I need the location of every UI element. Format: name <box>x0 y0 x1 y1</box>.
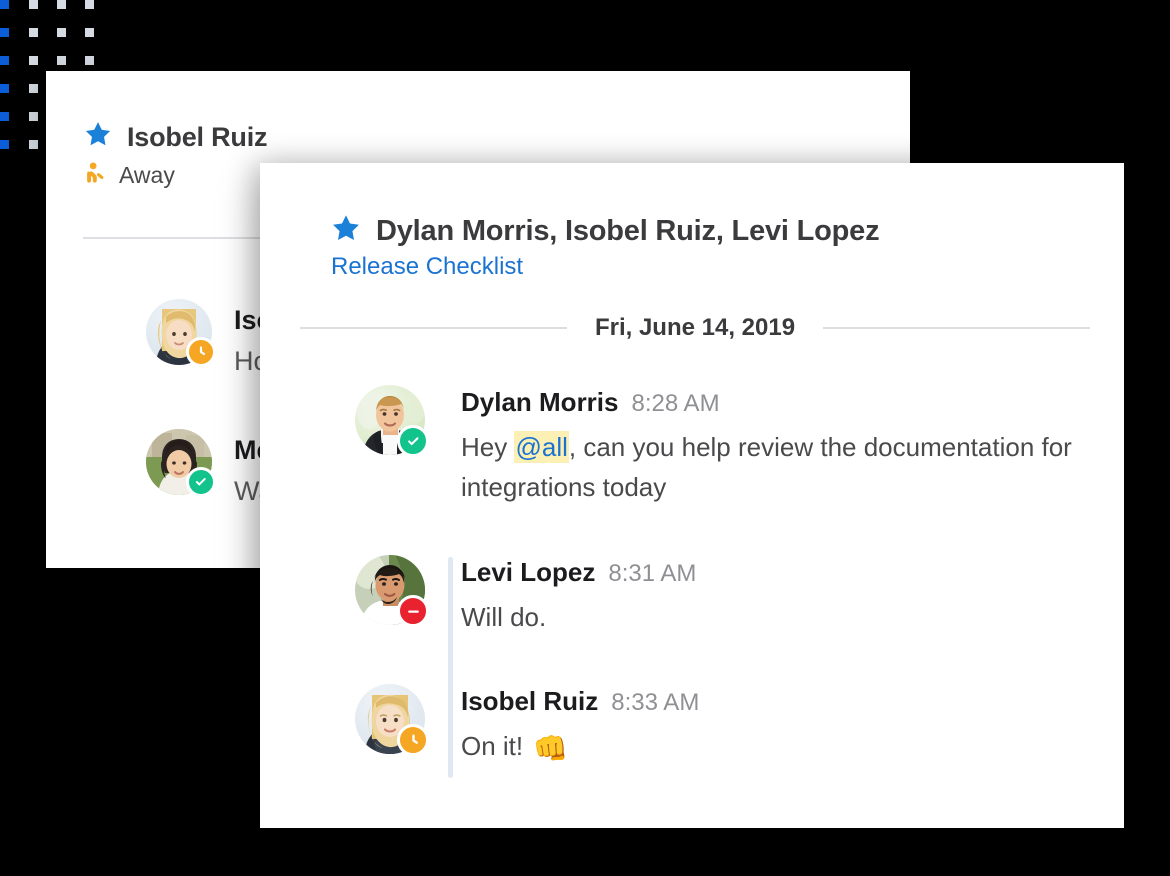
message-header: Levi Lopez 8:31 AM <box>461 557 696 588</box>
avatar-mei-chen[interactable] <box>146 429 216 497</box>
check-icon <box>397 425 429 457</box>
message-text: Will do. <box>461 602 547 632</box>
away-person-icon <box>83 160 109 191</box>
conversation-card-front: Dylan Morris, Isobel Ruiz, Levi Lopez Re… <box>260 163 1124 828</box>
grid-dot <box>29 28 38 37</box>
message-body: Levi Lopez 8:31 AM Will do. <box>461 555 696 637</box>
front-card-header: Dylan Morris, Isobel Ruiz, Levi Lopez Re… <box>330 213 880 281</box>
grid-dot <box>85 56 94 65</box>
grid-dot <box>0 28 9 37</box>
star-icon[interactable] <box>330 213 362 249</box>
message-timestamp: 8:28 AM <box>631 390 720 417</box>
back-card-header: Isobel Ruiz Away <box>83 120 268 191</box>
message-author: Isobel Ruiz <box>461 686 599 716</box>
grid-dot <box>29 84 38 93</box>
message-row[interactable]: Isobel Ruiz 8:33 AM On it! 👊 <box>355 684 699 770</box>
date-divider-label: Fri, June 14, 2019 <box>594 314 796 341</box>
grid-dot <box>57 56 66 65</box>
message-author: Levi Lopez <box>461 557 596 587</box>
minus-icon <box>397 595 429 627</box>
grid-dot <box>85 28 94 37</box>
avatar-isobel-ruiz[interactable] <box>355 684 429 756</box>
clock-icon <box>186 337 216 367</box>
message-body: Isobel Ruiz 8:33 AM On it! 👊 <box>461 684 699 770</box>
grid-dot <box>0 84 9 93</box>
message-text-content: On it! <box>461 731 524 761</box>
message-header: Dylan Morris 8:28 AM <box>461 387 1101 418</box>
grid-dot <box>0 112 9 121</box>
message-text: Hey @all, can you help review the docume… <box>461 427 1101 508</box>
grid-dot <box>57 28 66 37</box>
grid-dot <box>0 56 9 65</box>
message-text-before: Hey <box>461 432 515 462</box>
message-text: On it! 👊 <box>461 726 699 770</box>
grid-dot <box>85 0 94 9</box>
back-card-status-row: Away <box>83 160 267 191</box>
star-icon[interactable] <box>83 120 113 154</box>
date-divider: Fri, June 14, 2019 <box>300 314 1091 342</box>
grid-dot <box>29 56 38 65</box>
message-row[interactable]: Dylan Morris 8:28 AM Hey @all, can you h… <box>355 385 1101 508</box>
grid-dot <box>29 140 38 149</box>
grid-dot <box>29 112 38 121</box>
date-divider-line-right <box>823 327 1091 329</box>
message-author: Dylan Morris <box>461 387 619 417</box>
clock-icon <box>397 724 429 756</box>
avatar-levi-lopez[interactable] <box>355 555 429 627</box>
message-header: Isobel Ruiz 8:33 AM <box>461 686 699 717</box>
message-timestamp: 8:33 AM <box>611 689 700 716</box>
mention-all[interactable]: @all <box>514 431 569 463</box>
message-row[interactable]: Levi Lopez 8:31 AM Will do. <box>355 555 696 637</box>
grid-dot <box>0 0 9 9</box>
avatar-dylan-morris[interactable] <box>355 385 429 457</box>
grid-dot <box>29 0 38 9</box>
message-timestamp: 8:31 AM <box>608 560 697 587</box>
front-card-title: Dylan Morris, Isobel Ruiz, Levi Lopez <box>376 214 880 247</box>
grid-dot <box>0 140 9 149</box>
grid-dot <box>57 0 66 9</box>
avatar-isobel-ruiz[interactable] <box>146 299 216 367</box>
message-body: Dylan Morris 8:28 AM Hey @all, can you h… <box>461 385 1101 508</box>
back-card-title-row: Isobel Ruiz <box>83 120 268 154</box>
date-divider-line-left <box>300 327 567 329</box>
back-list-item[interactable]: Me Wa <box>146 429 274 507</box>
check-icon <box>186 467 216 497</box>
fist-bump-emoji: 👊 <box>533 733 569 764</box>
back-card-title: Isobel Ruiz <box>127 121 268 152</box>
back-card-status-label: Away <box>119 162 175 188</box>
front-card-subtitle[interactable]: Release Checklist <box>331 253 879 281</box>
front-card-title-row: Dylan Morris, Isobel Ruiz, Levi Lopez <box>330 213 880 249</box>
